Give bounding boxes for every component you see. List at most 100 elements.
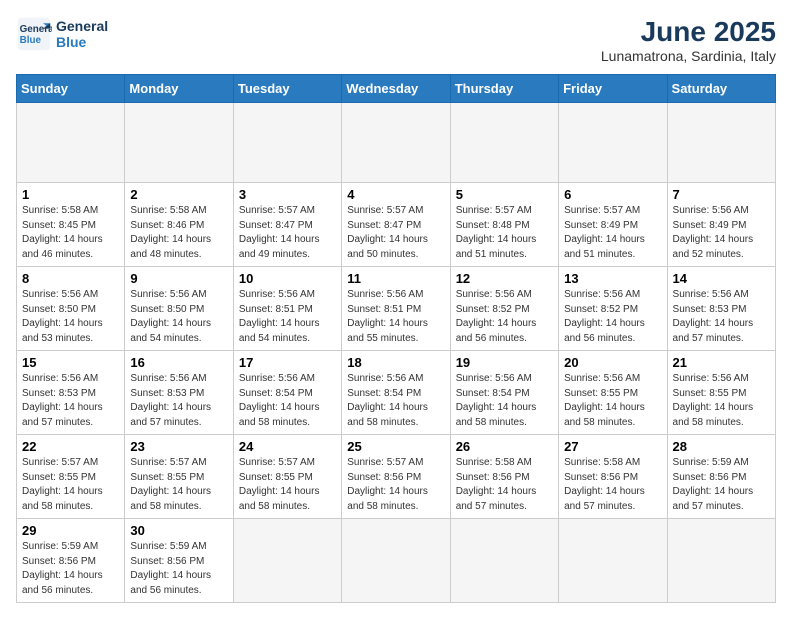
calendar-header-row: SundayMondayTuesdayWednesdayThursdayFrid… <box>17 75 776 103</box>
day-number: 7 <box>673 187 770 202</box>
day-number: 30 <box>130 523 227 538</box>
calendar-day-cell: 9 Sunrise: 5:56 AMSunset: 8:50 PMDaylight… <box>125 267 233 351</box>
day-of-week-header: Monday <box>125 75 233 103</box>
calendar-day-cell: 15 Sunrise: 5:56 AMSunset: 8:53 PMDayligh… <box>17 351 125 435</box>
day-info: Sunrise: 5:57 AMSunset: 8:55 PMDaylight:… <box>130 456 227 514</box>
day-info: Sunrise: 5:59 AMSunset: 8:56 PMDaylight:… <box>130 540 227 598</box>
day-number: 16 <box>130 355 227 370</box>
location-title: Lunamatrona, Sardinia, Italy <box>601 48 776 64</box>
day-number: 3 <box>239 187 336 202</box>
day-info: Sunrise: 5:56 AMSunset: 8:51 PMDaylight:… <box>347 288 444 346</box>
day-number: 6 <box>564 187 661 202</box>
calendar-day-cell: 19Sunrise: 5:56 AMSunset: 8:54 PMDayligh… <box>450 351 558 435</box>
calendar-day-cell: 25Sunrise: 5:57 AMSunset: 8:56 PMDayligh… <box>342 435 450 519</box>
day-info: Sunrise: 5:58 AMSunset: 8:56 PMDaylight:… <box>456 456 553 514</box>
calendar-day-cell: 24Sunrise: 5:57 AMSunset: 8:55 PMDayligh… <box>233 435 341 519</box>
logo-icon: General Blue <box>16 16 52 52</box>
calendar-day-cell <box>342 519 450 603</box>
day-of-week-header: Thursday <box>450 75 558 103</box>
calendar-day-cell: 21 Sunrise: 5:56 AMSunset: 8:55 PMDayligh… <box>667 351 775 435</box>
calendar-week-row: 8 Sunrise: 5:56 AMSunset: 8:50 PMDaylight… <box>17 267 776 351</box>
day-info: Sunrise: 5:56 AMSunset: 8:50 PMDaylight:… <box>130 288 227 346</box>
day-info: Sunrise: 5:56 AMSunset: 8:53 PMDaylight:… <box>22 372 119 430</box>
title-block: June 2025 Lunamatrona, Sardinia, Italy <box>601 16 776 64</box>
calendar-week-row: 29 Sunrise: 5:59 AMSunset: 8:56 PMDayligh… <box>17 519 776 603</box>
day-number: 19 <box>456 355 553 370</box>
calendar-day-cell: 2Sunrise: 5:58 AMSunset: 8:46 PMDaylight… <box>125 183 233 267</box>
calendar-day-cell: 10Sunrise: 5:56 AMSunset: 8:51 PMDayligh… <box>233 267 341 351</box>
logo-general: General <box>56 18 108 34</box>
day-number: 20 <box>564 355 661 370</box>
calendar-day-cell: 11 Sunrise: 5:56 AMSunset: 8:51 PMDayligh… <box>342 267 450 351</box>
day-info: Sunrise: 5:56 AMSunset: 8:52 PMDaylight:… <box>456 288 553 346</box>
day-number: 4 <box>347 187 444 202</box>
day-info: Sunrise: 5:58 AMSunset: 8:56 PMDaylight:… <box>564 456 661 514</box>
month-title: June 2025 <box>601 16 776 48</box>
day-number: 5 <box>456 187 553 202</box>
day-number: 8 <box>22 271 119 286</box>
calendar-week-row <box>17 103 776 183</box>
day-info: Sunrise: 5:57 AMSunset: 8:56 PMDaylight:… <box>347 456 444 514</box>
day-info: Sunrise: 5:57 AMSunset: 8:49 PMDaylight:… <box>564 204 661 262</box>
day-of-week-header: Friday <box>559 75 667 103</box>
day-info: Sunrise: 5:57 AMSunset: 8:47 PMDaylight:… <box>239 204 336 262</box>
day-info: Sunrise: 5:56 AMSunset: 8:50 PMDaylight:… <box>22 288 119 346</box>
day-number: 18 <box>347 355 444 370</box>
day-info: Sunrise: 5:56 AMSunset: 8:55 PMDaylight:… <box>564 372 661 430</box>
day-number: 14 <box>673 271 770 286</box>
logo-blue: Blue <box>56 34 108 50</box>
page-header: General Blue General Blue June 2025 Luna… <box>16 16 776 64</box>
day-number: 26 <box>456 439 553 454</box>
calendar-day-cell <box>233 519 341 603</box>
day-info: Sunrise: 5:59 AMSunset: 8:56 PMDaylight:… <box>22 540 119 598</box>
calendar-day-cell: 12Sunrise: 5:56 AMSunset: 8:52 PMDayligh… <box>450 267 558 351</box>
day-of-week-header: Sunday <box>17 75 125 103</box>
calendar-day-cell <box>450 103 558 183</box>
calendar-week-row: 1 Sunrise: 5:58 AMSunset: 8:45 PMDaylight… <box>17 183 776 267</box>
day-info: Sunrise: 5:57 AMSunset: 8:48 PMDaylight:… <box>456 204 553 262</box>
calendar-day-cell: 22 Sunrise: 5:57 AMSunset: 8:55 PMDayligh… <box>17 435 125 519</box>
day-of-week-header: Saturday <box>667 75 775 103</box>
day-number: 28 <box>673 439 770 454</box>
day-info: Sunrise: 5:56 AMSunset: 8:53 PMDaylight:… <box>130 372 227 430</box>
day-number: 13 <box>564 271 661 286</box>
day-info: Sunrise: 5:58 AMSunset: 8:45 PMDaylight:… <box>22 204 119 262</box>
day-number: 15 <box>22 355 119 370</box>
calendar-day-cell: 13 Sunrise: 5:56 AMSunset: 8:52 PMDayligh… <box>559 267 667 351</box>
day-info: Sunrise: 5:57 AMSunset: 8:55 PMDaylight:… <box>22 456 119 514</box>
calendar-day-cell <box>559 519 667 603</box>
day-info: Sunrise: 5:59 AMSunset: 8:56 PMDaylight:… <box>673 456 770 514</box>
day-number: 27 <box>564 439 661 454</box>
day-number: 9 <box>130 271 227 286</box>
day-info: Sunrise: 5:57 AMSunset: 8:47 PMDaylight:… <box>347 204 444 262</box>
calendar-day-cell: 4 Sunrise: 5:57 AMSunset: 8:47 PMDaylight… <box>342 183 450 267</box>
day-of-week-header: Tuesday <box>233 75 341 103</box>
calendar-day-cell: 16 Sunrise: 5:56 AMSunset: 8:53 PMDayligh… <box>125 351 233 435</box>
calendar-day-cell <box>667 519 775 603</box>
day-number: 24 <box>239 439 336 454</box>
calendar-day-cell: 3 Sunrise: 5:57 AMSunset: 8:47 PMDaylight… <box>233 183 341 267</box>
calendar-day-cell: 28 Sunrise: 5:59 AMSunset: 8:56 PMDayligh… <box>667 435 775 519</box>
calendar-day-cell <box>559 103 667 183</box>
day-info: Sunrise: 5:56 AMSunset: 8:49 PMDaylight:… <box>673 204 770 262</box>
calendar-day-cell: 14 Sunrise: 5:56 AMSunset: 8:53 PMDayligh… <box>667 267 775 351</box>
calendar-day-cell <box>342 103 450 183</box>
calendar-day-cell: 17Sunrise: 5:56 AMSunset: 8:54 PMDayligh… <box>233 351 341 435</box>
calendar-day-cell: 1 Sunrise: 5:58 AMSunset: 8:45 PMDaylight… <box>17 183 125 267</box>
calendar-day-cell: 6 Sunrise: 5:57 AMSunset: 8:49 PMDaylight… <box>559 183 667 267</box>
day-number: 22 <box>22 439 119 454</box>
logo: General Blue General Blue <box>16 16 108 52</box>
day-number: 11 <box>347 271 444 286</box>
day-number: 1 <box>22 187 119 202</box>
day-info: Sunrise: 5:56 AMSunset: 8:54 PMDaylight:… <box>347 372 444 430</box>
calendar-week-row: 22 Sunrise: 5:57 AMSunset: 8:55 PMDayligh… <box>17 435 776 519</box>
calendar-day-cell: 30 Sunrise: 5:59 AMSunset: 8:56 PMDayligh… <box>125 519 233 603</box>
day-info: Sunrise: 5:56 AMSunset: 8:53 PMDaylight:… <box>673 288 770 346</box>
day-number: 29 <box>22 523 119 538</box>
calendar-day-cell: 7 Sunrise: 5:56 AMSunset: 8:49 PMDaylight… <box>667 183 775 267</box>
day-info: Sunrise: 5:56 AMSunset: 8:55 PMDaylight:… <box>673 372 770 430</box>
day-number: 21 <box>673 355 770 370</box>
day-info: Sunrise: 5:56 AMSunset: 8:51 PMDaylight:… <box>239 288 336 346</box>
day-info: Sunrise: 5:56 AMSunset: 8:54 PMDaylight:… <box>239 372 336 430</box>
day-info: Sunrise: 5:56 AMSunset: 8:52 PMDaylight:… <box>564 288 661 346</box>
